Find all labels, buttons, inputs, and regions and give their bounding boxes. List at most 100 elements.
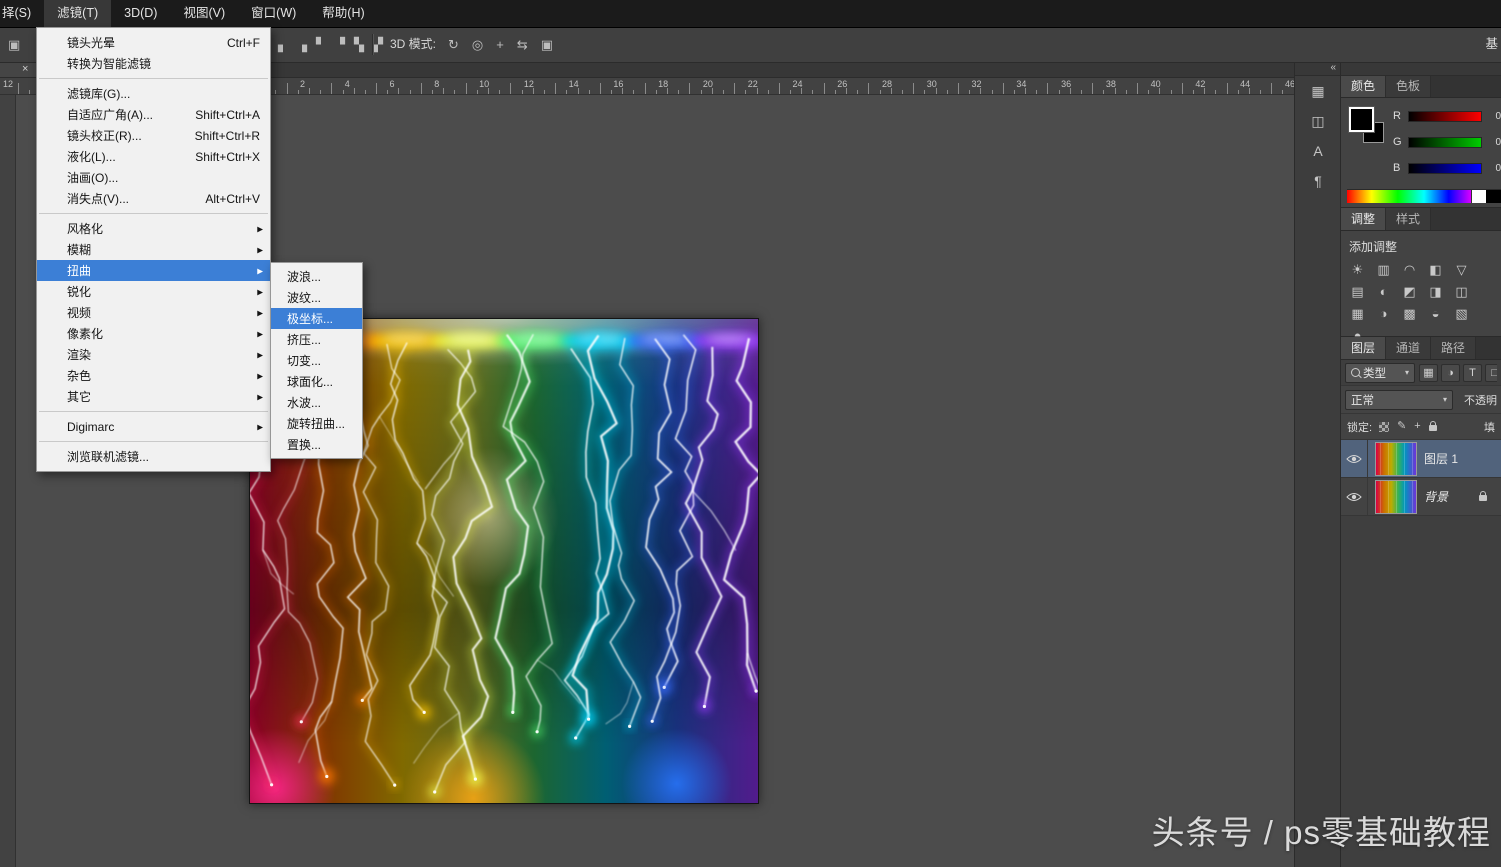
submenu-item-wave[interactable]: 波浪... [271,266,362,287]
invert-icon[interactable]: ◑ [1375,305,1392,322]
align-icon-6[interactable]: ▞ [373,38,383,51]
threshold-icon[interactable]: ◒ [1427,305,1444,322]
hue-saturation-icon[interactable]: ▤ [1349,283,1366,300]
align-icon-5[interactable]: ▚ [354,38,364,51]
menu-item-noise[interactable]: 杂色 [37,365,270,386]
red-value[interactable]: 0 [1487,111,1501,122]
3d-drag-icon[interactable]: + [496,38,504,51]
menu-item-vanishing-point[interactable]: 消失点(V)...Alt+Ctrl+V [37,188,270,209]
black-white-icon[interactable]: ◩ [1401,283,1418,300]
layer-visibility-cell[interactable] [1341,478,1368,515]
3d-rotate-icon[interactable]: ↻ [448,38,459,51]
menubar-item-filter[interactable]: 滤镜(T) [44,0,111,27]
submenu-item-twirl[interactable]: 旋转扭曲... [271,413,362,434]
menu-item-lens-flare[interactable]: 镜头光晕Ctrl+F [37,32,270,53]
submenu-item-spherize[interactable]: 球面化... [271,371,362,392]
menu-item-browse-filters-online[interactable]: 浏览联机滤镜... [37,446,270,467]
lock-all-icon[interactable] [1429,425,1437,431]
menubar-item-help[interactable]: 帮助(H) [309,0,377,27]
tab-paths[interactable]: 路径 [1431,337,1476,359]
color-balance-icon[interactable]: ◐ [1375,283,1392,300]
blue-value[interactable]: 0 [1487,163,1501,174]
submenu-item-ripple[interactable]: 波纹... [271,287,362,308]
curves-icon[interactable]: ◠ [1401,261,1418,278]
lock-transparency-icon[interactable] [1379,422,1389,432]
menu-item-liquify[interactable]: 液化(L)...Shift+Ctrl+X [37,146,270,167]
layer-name[interactable]: 图层 1 [1424,450,1458,467]
align-icon-4[interactable]: ▝ [335,38,345,51]
menu-item-oil-paint[interactable]: 油画(O)... [37,167,270,188]
type-layer-filter-icon[interactable]: T [1463,364,1482,382]
tab-swatches[interactable]: 色板 [1386,75,1431,97]
brightness-contrast-icon[interactable]: ☀ [1349,261,1366,278]
tab-layers[interactable]: 图层 [1341,337,1386,359]
adjustment-layer-filter-icon[interactable]: ◑ [1441,364,1460,382]
paragraph-panel-icon[interactable]: ¶ [1314,174,1322,188]
menubar-item-window[interactable]: 窗口(W) [238,0,309,27]
layer-thumbnail[interactable] [1375,480,1417,514]
levels-icon[interactable]: ▥ [1375,261,1392,278]
submenu-item-shear[interactable]: 切变... [271,350,362,371]
blue-slider[interactable] [1408,163,1482,174]
black-swatch[interactable] [1486,190,1501,203]
menu-item-blur[interactable]: 模糊 [37,239,270,260]
menu-item-video[interactable]: 视频 [37,302,270,323]
submenu-item-zigzag[interactable]: 水波... [271,392,362,413]
tab-color[interactable]: 颜色 [1341,75,1386,97]
layer-row-layer-1[interactable]: 图层 1 [1341,440,1501,478]
submenu-item-polar-coordinates[interactable]: 极坐标... [271,308,362,329]
tab-channels[interactable]: 通道 [1386,337,1431,359]
shape-layer-filter-icon[interactable]: □ [1485,364,1497,382]
color-spectrum-ramp[interactable] [1347,189,1501,203]
layer-thumbnail[interactable] [1375,442,1417,476]
character-panel-icon[interactable]: A [1313,144,1322,158]
photo-filter-icon[interactable]: ◨ [1427,283,1444,300]
layer-filter-type-combo[interactable]: 类型 [1345,363,1415,383]
channel-mixer-icon[interactable]: ◫ [1453,283,1470,300]
workspace-switcher[interactable]: 基 [1482,27,1501,62]
menu-item-other[interactable]: 其它 [37,386,270,407]
tool-preset-icon[interactable]: ▣ [8,38,20,51]
align-icon-3[interactable]: ▘ [316,38,326,51]
menu-item-filter-gallery[interactable]: 滤镜库(G)... [37,83,270,104]
eye-icon[interactable] [1346,492,1362,502]
document-tab-close-icon[interactable]: × [22,62,28,77]
align-icon-2[interactable]: ▗ [297,38,307,51]
menu-item-adaptive-wide-angle[interactable]: 自适应广角(A)...Shift+Ctrl+A [37,104,270,125]
exposure-icon[interactable]: ◧ [1427,261,1444,278]
green-slider[interactable] [1408,137,1482,148]
lock-position-icon[interactable]: + [1414,421,1420,432]
layer-visibility-cell[interactable] [1341,440,1368,477]
blend-mode-combo[interactable]: 正常 [1345,390,1453,410]
3d-scale-icon[interactable]: ▣ [541,38,553,51]
menu-item-convert-smart-filter[interactable]: 转换为智能滤镜 [37,53,270,74]
menu-item-digimarc[interactable]: Digimarc [37,416,270,437]
menu-item-distort[interactable]: 扭曲 [37,260,270,281]
red-slider[interactable] [1408,111,1482,122]
posterize-icon[interactable]: ▩ [1401,305,1418,322]
menu-item-lens-correction[interactable]: 镜头校正(R)...Shift+Ctrl+R [37,125,270,146]
menu-item-sharpen[interactable]: 锐化 [37,281,270,302]
menubar-item-3d[interactable]: 3D(D) [111,0,170,27]
white-swatch[interactable] [1471,190,1486,203]
info-panel-icon[interactable]: ▦ [1311,84,1324,98]
menu-item-pixelate[interactable]: 像素化 [37,323,270,344]
menubar-item-view[interactable]: 视图(V) [170,0,238,27]
3d-slide-icon[interactable]: ⇆ [517,38,528,51]
foreground-color-swatch[interactable] [1349,107,1374,132]
layer-name[interactable]: 背景 [1424,488,1448,505]
submenu-item-displace[interactable]: 置换... [271,434,362,455]
align-icon-1[interactable]: ▖ [278,38,288,51]
submenu-item-pinch[interactable]: 挤压... [271,329,362,350]
vibrance-icon[interactable]: ▽ [1453,261,1470,278]
menu-item-render[interactable]: 渲染 [37,344,270,365]
lock-pixels-icon[interactable]: ✎ [1397,421,1406,432]
properties-panel-icon[interactable]: ◫ [1311,114,1324,128]
green-value[interactable]: 0 [1487,137,1501,148]
expand-panels-icon[interactable]: « [1330,62,1336,75]
tab-styles[interactable]: 样式 [1386,208,1431,230]
3d-roll-icon[interactable]: ◎ [472,38,483,51]
menubar-item-select[interactable]: 择(S) [0,0,44,27]
gradient-map-icon[interactable]: ▧ [1453,305,1470,322]
eye-icon[interactable] [1346,454,1362,464]
